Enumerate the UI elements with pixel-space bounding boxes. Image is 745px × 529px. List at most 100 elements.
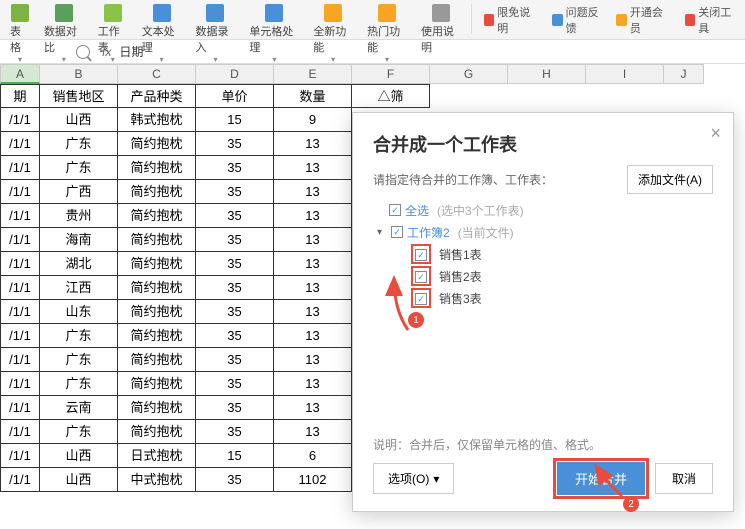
cell[interactable]: 35 <box>196 228 274 252</box>
ribbon-membership[interactable]: 开通会员 <box>612 2 672 38</box>
cell[interactable]: 9 <box>274 108 352 132</box>
cell[interactable]: 简约抱枕 <box>118 396 196 420</box>
col-header-g[interactable]: G <box>430 64 508 84</box>
ribbon-new-features[interactable]: 全新功能▾ <box>307 2 359 66</box>
cell[interactable]: 韩式抱枕 <box>118 108 196 132</box>
tree-workbook[interactable]: ▾ 工作簿2 (当前文件) <box>377 221 713 243</box>
search-icon[interactable] <box>76 45 90 59</box>
cell[interactable]: 13 <box>274 228 352 252</box>
cell[interactable]: 广东 <box>40 372 118 396</box>
col-header-c[interactable]: C <box>118 64 196 84</box>
tree-sheet-2[interactable]: 销售2表 <box>377 265 713 287</box>
tree-select-all[interactable]: 全选 (选中3个工作表) <box>377 199 713 221</box>
header-cell[interactable]: 产品种类 <box>118 84 196 108</box>
cell[interactable]: /1/1 <box>0 444 40 468</box>
ribbon-limit-free[interactable]: 限免说明 <box>480 2 540 38</box>
cell[interactable]: /1/1 <box>0 252 40 276</box>
ribbon-feedback[interactable]: 问题反馈 <box>548 2 608 38</box>
cell[interactable]: 35 <box>196 204 274 228</box>
cell[interactable]: /1/1 <box>0 132 40 156</box>
close-icon[interactable]: × <box>710 123 721 144</box>
header-cell[interactable]: 销售地区 <box>40 84 118 108</box>
cell[interactable]: /1/1 <box>0 348 40 372</box>
cell[interactable]: 广西 <box>40 180 118 204</box>
cell[interactable]: 简约抱枕 <box>118 372 196 396</box>
cell[interactable]: 简约抱枕 <box>118 300 196 324</box>
checkbox-icon[interactable] <box>391 226 403 238</box>
cell[interactable]: /1/1 <box>0 156 40 180</box>
cell[interactable]: 35 <box>196 348 274 372</box>
header-cell[interactable]: 单价 <box>196 84 274 108</box>
cell[interactable]: 35 <box>196 300 274 324</box>
fx-label[interactable]: fx <box>102 45 111 59</box>
cell[interactable]: /1/1 <box>0 372 40 396</box>
cell[interactable]: 云南 <box>40 396 118 420</box>
cell[interactable]: 35 <box>196 468 274 492</box>
cell[interactable]: 简约抱枕 <box>118 420 196 444</box>
col-header-j[interactable]: J <box>664 64 704 84</box>
col-header-e[interactable]: E <box>274 64 352 84</box>
cell[interactable]: 13 <box>274 132 352 156</box>
cell[interactable]: /1/1 <box>0 204 40 228</box>
checkbox-icon[interactable] <box>415 249 427 261</box>
cell[interactable]: 广东 <box>40 420 118 444</box>
cell[interactable]: /1/1 <box>0 276 40 300</box>
collapse-icon[interactable]: ▾ <box>377 227 387 238</box>
cell[interactable]: 简约抱枕 <box>118 180 196 204</box>
cell[interactable]: 简约抱枕 <box>118 228 196 252</box>
cell[interactable]: 13 <box>274 300 352 324</box>
col-header-f[interactable]: F <box>352 64 430 84</box>
cell[interactable]: 35 <box>196 156 274 180</box>
cell[interactable]: 35 <box>196 420 274 444</box>
cell[interactable]: 贵州 <box>40 204 118 228</box>
cell[interactable]: 广东 <box>40 156 118 180</box>
header-cell[interactable]: △筛 <box>352 84 430 108</box>
cell[interactable]: 山西 <box>40 444 118 468</box>
cell[interactable]: /1/1 <box>0 324 40 348</box>
ribbon-hot-features[interactable]: 热门功能▾ <box>361 2 413 66</box>
cell[interactable]: 1102 <box>274 468 352 492</box>
cell[interactable]: 山西 <box>40 108 118 132</box>
cell[interactable]: /1/1 <box>0 108 40 132</box>
cell[interactable]: 山东 <box>40 300 118 324</box>
cell[interactable]: 35 <box>196 252 274 276</box>
cell[interactable]: 海南 <box>40 228 118 252</box>
ribbon-cell[interactable]: 单元格处理▾ <box>243 2 305 66</box>
cell[interactable]: 13 <box>274 396 352 420</box>
header-cell[interactable]: 数量 <box>274 84 352 108</box>
cell[interactable]: 13 <box>274 252 352 276</box>
cell[interactable]: 广东 <box>40 348 118 372</box>
cell[interactable]: 简约抱枕 <box>118 276 196 300</box>
cell[interactable]: 广东 <box>40 324 118 348</box>
cell[interactable]: /1/1 <box>0 228 40 252</box>
col-header-d[interactable]: D <box>196 64 274 84</box>
cell[interactable]: 山西 <box>40 468 118 492</box>
cell[interactable]: 15 <box>196 444 274 468</box>
cell[interactable]: 13 <box>274 372 352 396</box>
cell[interactable]: 13 <box>274 204 352 228</box>
cell[interactable]: 13 <box>274 348 352 372</box>
tree-sheet-3[interactable]: 销售3表 <box>377 287 713 309</box>
cell[interactable]: 中式抱枕 <box>118 468 196 492</box>
col-header-a[interactable]: A <box>0 64 40 84</box>
cell[interactable]: /1/1 <box>0 180 40 204</box>
cell[interactable]: 13 <box>274 324 352 348</box>
formula-content[interactable]: 日期 <box>119 43 143 60</box>
cell[interactable]: 简约抱枕 <box>118 156 196 180</box>
cell[interactable]: /1/1 <box>0 468 40 492</box>
cancel-button[interactable]: 取消 <box>655 463 713 494</box>
header-cell[interactable]: 期 <box>0 84 40 108</box>
checkbox-icon[interactable] <box>389 204 401 216</box>
cell[interactable]: 35 <box>196 324 274 348</box>
col-header-h[interactable]: H <box>508 64 586 84</box>
cell[interactable]: 简约抱枕 <box>118 132 196 156</box>
cell[interactable]: 简约抱枕 <box>118 324 196 348</box>
cell[interactable]: 广东 <box>40 132 118 156</box>
add-file-button[interactable]: 添加文件(A) <box>627 165 713 194</box>
cell[interactable]: 简约抱枕 <box>118 204 196 228</box>
cell[interactable]: 简约抱枕 <box>118 252 196 276</box>
cell[interactable]: 13 <box>274 180 352 204</box>
cell[interactable]: 日式抱枕 <box>118 444 196 468</box>
cell[interactable]: 江西 <box>40 276 118 300</box>
cell[interactable]: 13 <box>274 156 352 180</box>
